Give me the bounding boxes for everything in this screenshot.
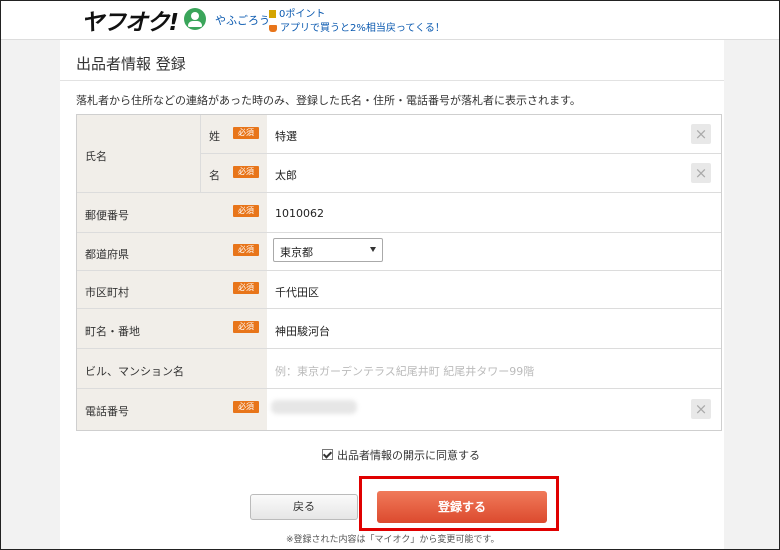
- prefecture-label-cell: 都道府県 必須: [77, 233, 267, 271]
- footnote-text: ※登録された内容は「マイオク」から変更可能です。: [286, 535, 500, 545]
- postal-value: 1010062: [275, 207, 324, 220]
- promo-text: アプリで買うと2%相当戻ってくる！: [280, 23, 445, 34]
- town-field[interactable]: 神田駿河台: [267, 309, 721, 349]
- clear-phone-icon[interactable]: ×: [691, 399, 711, 419]
- agree-checkbox[interactable]: [322, 449, 333, 460]
- postal-label-cell: 郵便番号 必須: [77, 193, 267, 233]
- first-name-field[interactable]: 太郎 ×: [267, 154, 721, 193]
- last-name-label: 姓: [209, 130, 220, 143]
- city-label: 市区町村: [85, 286, 129, 299]
- user-avatar-icon[interactable]: [184, 8, 206, 30]
- page-background: 出品者情報 登録 落札者から住所などの連絡があった時のみ、登録した氏名・住所・電…: [1, 40, 779, 549]
- last-name-label-cell: 姓 必須: [201, 115, 267, 154]
- town-value: 神田駿河台: [275, 325, 330, 338]
- town-label-cell: 町名・番地 必須: [77, 309, 267, 349]
- required-badge: 必須: [233, 166, 259, 178]
- required-badge: 必須: [233, 205, 259, 217]
- city-field[interactable]: 千代田区: [267, 271, 721, 309]
- points-link[interactable]: 0ポイント: [269, 5, 325, 20]
- title-divider: [60, 80, 724, 81]
- required-badge: 必須: [233, 401, 259, 413]
- required-badge: 必須: [233, 127, 259, 139]
- app-promo-link[interactable]: アプリで買うと2%相当戻ってくる！: [269, 19, 445, 34]
- notice-text: 落札者から住所などの連絡があった時のみ、登録した氏名・住所・電話番号が落札者に表…: [76, 94, 581, 107]
- back-button[interactable]: 戻る: [250, 494, 358, 520]
- required-badge: 必須: [233, 321, 259, 333]
- phone-field[interactable]: ×: [267, 389, 721, 430]
- city-value: 千代田区: [275, 286, 319, 299]
- username-link[interactable]: やふごろう: [215, 12, 270, 28]
- building-label: ビル、マンション名: [85, 365, 184, 378]
- building-label-cell: ビル、マンション名: [77, 349, 267, 389]
- name-label: 氏名: [85, 150, 107, 163]
- phone-label: 電話番号: [85, 405, 129, 418]
- page-title: 出品者情報 登録: [76, 55, 186, 73]
- city-label-cell: 市区町村 必須: [77, 271, 267, 309]
- first-name-label: 名: [209, 169, 220, 182]
- name-label-cell: 氏名: [77, 115, 201, 193]
- postal-label: 郵便番号: [85, 209, 129, 222]
- phone-label-cell: 電話番号 必須: [77, 389, 267, 430]
- site-logo[interactable]: ヤフオク!: [81, 3, 179, 37]
- postal-field[interactable]: 1010062: [267, 193, 721, 233]
- required-badge: 必須: [233, 282, 259, 294]
- building-placeholder: 例：東京ガーデンテラス紀尾井町 紀尾井タワー99階: [275, 365, 535, 378]
- first-name-value: 太郎: [275, 169, 297, 182]
- clear-last-name-icon[interactable]: ×: [691, 124, 711, 144]
- last-name-field[interactable]: 特選 ×: [267, 115, 721, 154]
- agree-checkbox-row[interactable]: 出品者情報の開示に同意する: [322, 447, 480, 463]
- first-name-label-cell: 名 必須: [201, 154, 267, 193]
- site-header: ヤフオク! やふごろう 0ポイント アプリで買うと2%相当戻ってくる！: [1, 1, 779, 40]
- prefecture-select[interactable]: 東京都: [273, 238, 383, 262]
- last-name-value: 特選: [275, 130, 297, 143]
- agree-label: 出品者情報の開示に同意する: [337, 449, 480, 462]
- chevron-down-icon: [370, 247, 376, 252]
- town-label: 町名・番地: [85, 325, 140, 338]
- cart-icon: [269, 25, 277, 32]
- prefecture-label: 都道府県: [85, 248, 129, 261]
- phone-value-blurred: [271, 400, 357, 414]
- points-icon: [269, 10, 276, 18]
- seller-info-form: 氏名 姓 必須 特選 × 名 必須 太郎 × 郵便番号 必須 1010062 都…: [76, 114, 722, 431]
- required-badge: 必須: [233, 244, 259, 256]
- highlight-box: [359, 476, 559, 531]
- prefecture-cell: 東京都: [267, 233, 721, 271]
- main-content: 出品者情報 登録 落札者から住所などの連絡があった時のみ、登録した氏名・住所・電…: [60, 40, 724, 549]
- prefecture-selected-value: 東京都: [280, 246, 313, 259]
- clear-first-name-icon[interactable]: ×: [691, 163, 711, 183]
- building-field[interactable]: 例：東京ガーデンテラス紀尾井町 紀尾井タワー99階: [267, 349, 721, 389]
